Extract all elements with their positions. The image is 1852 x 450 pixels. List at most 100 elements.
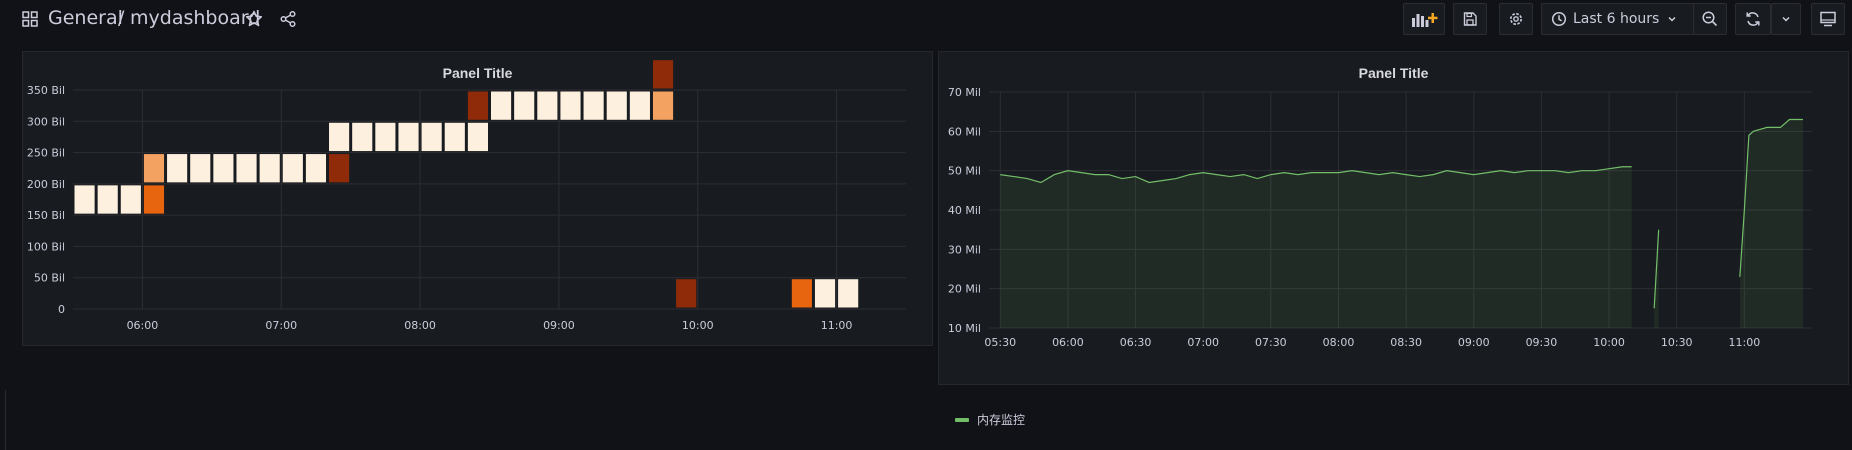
heatmap-cell[interactable] xyxy=(606,91,627,120)
x-tick-label: 11:00 xyxy=(821,319,853,332)
x-tick-label: 08:00 xyxy=(1323,336,1355,349)
share-icon[interactable] xyxy=(278,9,298,29)
heatmap-cell[interactable] xyxy=(236,154,257,183)
save-icon xyxy=(1463,12,1477,26)
y-tick-label: 300 Bil xyxy=(27,115,65,128)
y-tick-label: 40 Mil xyxy=(948,204,981,217)
heatmap-cell[interactable] xyxy=(560,91,581,120)
x-tick-label: 05:30 xyxy=(984,336,1016,349)
clock-icon xyxy=(1551,11,1567,27)
y-tick-label: 30 Mil xyxy=(948,243,981,256)
y-tick-label: 50 Bil xyxy=(34,272,65,285)
heatmap-cell[interactable] xyxy=(97,185,118,214)
heatmap-cell[interactable] xyxy=(167,154,188,183)
dashboards-grid-icon[interactable] xyxy=(22,11,38,27)
heatmap-panel[interactable]: Panel Title 0 50 Bil 100 Bil 150 Bil 200 Bil… xyxy=(22,51,933,346)
heatmap-cell[interactable] xyxy=(305,154,327,183)
y-tick-label: 250 Bil xyxy=(27,147,65,160)
breadcrumb-separator: / xyxy=(118,7,125,29)
y-tick-label: 150 Bil xyxy=(27,209,65,222)
heatmap-cell[interactable] xyxy=(143,185,165,214)
x-tick-label: 10:00 xyxy=(682,319,714,332)
x-tick-label: 07:30 xyxy=(1255,336,1287,349)
y-tick-label: 60 Mil xyxy=(948,125,981,138)
heatmap-cell[interactable] xyxy=(491,91,512,120)
legend-label: 内存监控 xyxy=(977,413,1026,427)
breadcrumb-dashboard[interactable]: mydashboard xyxy=(130,7,260,29)
heatmap-cell[interactable] xyxy=(676,279,697,308)
zoom-out-icon xyxy=(1702,11,1718,27)
x-tick-label: 09:00 xyxy=(1458,336,1490,349)
heatmap-cell[interactable] xyxy=(375,122,396,152)
heatmap-cell[interactable] xyxy=(514,91,535,120)
x-tick-label: 10:00 xyxy=(1593,336,1625,349)
tv-mode-icon xyxy=(1820,11,1836,27)
x-tick-label: 07:00 xyxy=(1187,336,1219,349)
y-tick-label: 70 Mil xyxy=(948,86,981,99)
x-tick-label: 08:30 xyxy=(1390,336,1422,349)
heatmap-cell[interactable] xyxy=(838,279,859,308)
legend-color-swatch xyxy=(955,417,969,422)
chevron-down-icon xyxy=(1782,16,1790,22)
legend[interactable]: 内存监控 xyxy=(955,411,1025,428)
y-tick-label: 20 Mil xyxy=(948,283,981,296)
x-tick-label: 06:30 xyxy=(1120,336,1152,349)
sidebar-edge-divider xyxy=(5,390,6,450)
tv-mode-button[interactable] xyxy=(1811,3,1845,35)
x-tick-label: 11:00 xyxy=(1729,336,1761,349)
heatmap-cell[interactable] xyxy=(791,279,812,308)
refresh-icon xyxy=(1746,12,1760,26)
memory-panel[interactable]: Panel Title 10 Mil 20 Mil 30 Mil 40 Mil 50 M… xyxy=(938,51,1849,427)
top-navbar: General / mydashboard Last 6 hours xyxy=(0,0,1852,40)
heatmap-cell[interactable] xyxy=(467,122,488,152)
heatmap-cell[interactable] xyxy=(213,154,234,183)
refresh-interval-dropdown[interactable] xyxy=(1771,3,1801,35)
memory-line-chart: 10 Mil 20 Mil 30 Mil 40 Mil 50 Mil 60 Mil 70 M… xyxy=(948,86,1812,349)
heatmap-cell[interactable] xyxy=(120,185,141,214)
x-tick-label: 09:30 xyxy=(1526,336,1558,349)
heatmap-cell[interactable] xyxy=(74,185,95,214)
zoom-out-button[interactable] xyxy=(1693,3,1727,35)
heatmap-cell[interactable] xyxy=(814,279,836,308)
dashboard-settings-button[interactable] xyxy=(1499,3,1533,35)
x-tick-label: 09:00 xyxy=(543,319,575,332)
x-tick-label: 10:30 xyxy=(1661,336,1693,349)
heatmap-cell[interactable] xyxy=(282,154,303,183)
heatmap-cell[interactable] xyxy=(467,91,488,120)
heatmap-cell[interactable] xyxy=(329,122,350,152)
heatmap-cell[interactable] xyxy=(537,91,558,120)
heatmap-cell[interactable] xyxy=(352,122,373,152)
heatmap-cell[interactable] xyxy=(629,91,650,120)
heatmap-cell[interactable] xyxy=(421,122,442,152)
series-area-fill xyxy=(1000,166,1632,328)
settings-icon xyxy=(1510,13,1522,25)
add-panel-button[interactable] xyxy=(1403,3,1445,35)
heatmap-cell[interactable] xyxy=(259,154,280,183)
save-dashboard-button[interactable] xyxy=(1453,3,1487,35)
time-range-picker[interactable]: Last 6 hours xyxy=(1541,3,1696,35)
y-tick-label: 200 Bil xyxy=(27,178,65,191)
add-panel-icon xyxy=(1412,13,1438,27)
heatmap-cell[interactable] xyxy=(143,154,165,183)
heatmap-cell[interactable] xyxy=(652,91,674,120)
breadcrumb-folder[interactable]: General xyxy=(48,7,123,29)
y-tick-label: 0 xyxy=(58,303,65,316)
heatmap-cell[interactable] xyxy=(190,154,211,183)
star-icon[interactable] xyxy=(244,9,264,29)
y-tick-label: 50 Mil xyxy=(948,165,981,178)
heatmap-cell[interactable] xyxy=(444,122,465,152)
heatmap-cell[interactable] xyxy=(398,122,419,152)
series-area-fill xyxy=(1739,119,1803,329)
heatmap-chart: 0 50 Bil 100 Bil 150 Bil 200 Bil 250 Bil 300 B… xyxy=(27,60,906,332)
y-tick-label: 100 Bil xyxy=(27,240,65,253)
x-tick-label: 06:00 xyxy=(1052,336,1084,349)
chevron-down-icon xyxy=(1668,16,1676,22)
heatmap-cell[interactable] xyxy=(652,60,674,89)
x-tick-label: 08:00 xyxy=(404,319,436,332)
y-tick-label: 350 Bil xyxy=(27,84,65,97)
heatmap-cell[interactable] xyxy=(583,91,604,120)
refresh-button[interactable] xyxy=(1735,3,1771,35)
time-range-label: Last 6 hours xyxy=(1573,11,1660,27)
y-tick-label: 10 Mil xyxy=(948,322,981,335)
heatmap-cell[interactable] xyxy=(329,154,350,183)
